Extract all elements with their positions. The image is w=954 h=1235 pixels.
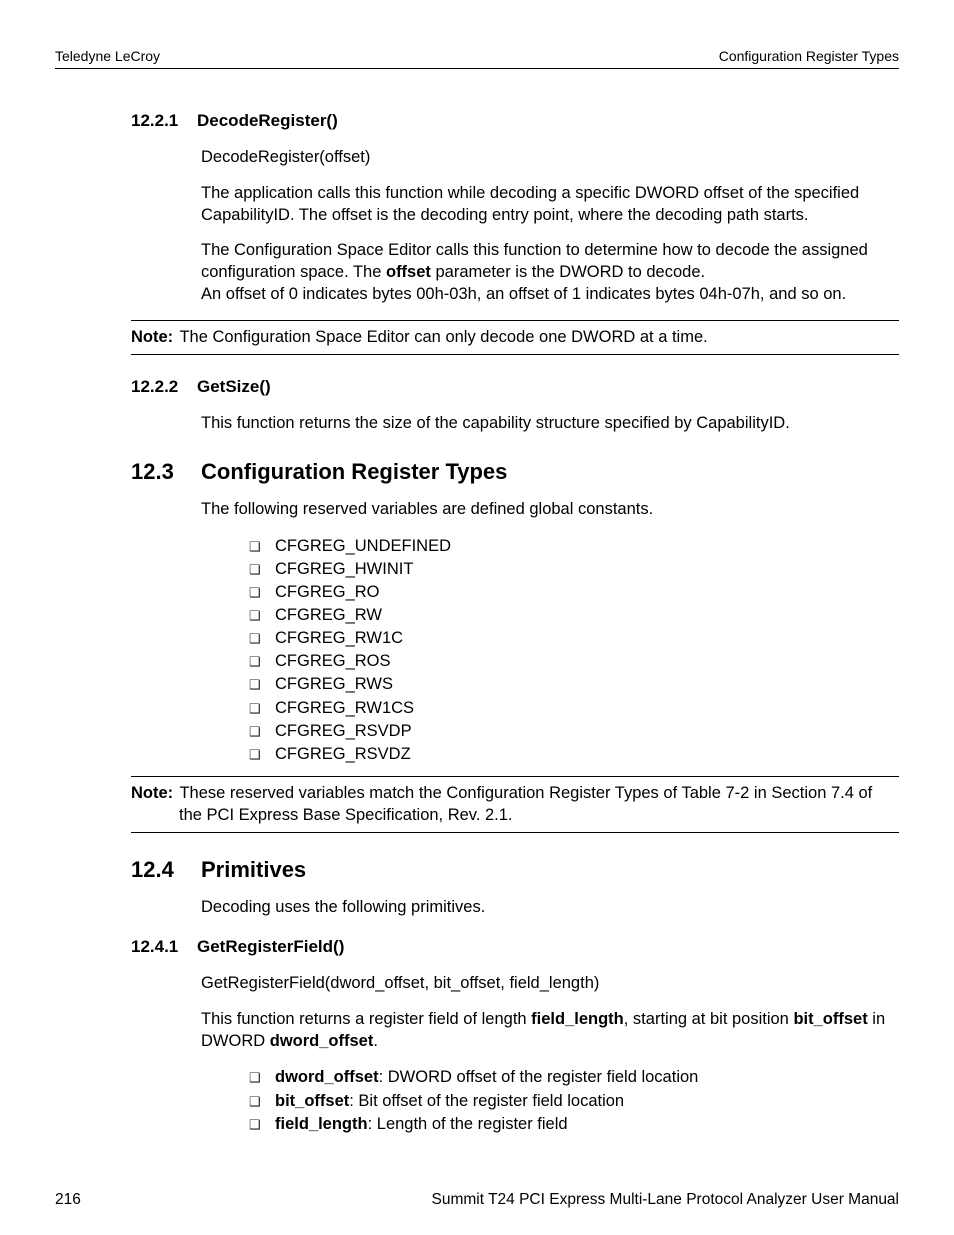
list-item: CFGREG_RSVDZ [249,743,899,766]
list-item: CFGREG_ROS [249,650,899,673]
code-signature: GetRegisterField(dword_offset, bit_offse… [201,973,899,995]
constant-list: CFGREG_UNDEFINED CFGREG_HWINIT CFGREG_RO… [201,535,899,766]
list-item: CFGREG_RO [249,581,899,604]
note-text: These reserved variables match the Confi… [175,784,872,802]
content-body: 12.2.1DecodeRegister() DecodeRegister(of… [55,111,899,1136]
note-block-2: Note: These reserved variables match the… [131,776,899,834]
page: Teledyne LeCroy Configuration Register T… [0,0,954,1235]
list-item: CFGREG_RWS [249,673,899,696]
page-footer: 216 Summit T24 PCI Express Multi-Lane Pr… [55,1191,899,1209]
paragraph: This function returns the size of the ca… [201,413,899,435]
paragraph: The following reserved variables are def… [201,499,899,521]
heading-12-2-2: 12.2.2GetSize() [131,377,899,397]
section-12-3-body: The following reserved variables are def… [131,499,899,766]
text: . [373,1032,378,1050]
page-number: 216 [55,1191,81,1209]
text: This function returns a register field o… [201,1010,531,1028]
param-desc: : Bit offset of the register field locat… [349,1092,624,1110]
section-12-2-1-body: DecodeRegister(offset) The application c… [131,147,899,306]
section-12-2-2-body: This function returns the size of the ca… [131,413,899,435]
heading-12-4: 12.4Primitives [131,857,899,883]
list-item: CFGREG_UNDEFINED [249,535,899,558]
note-label: Note: [131,328,173,346]
text: , starting at bit position [624,1010,794,1028]
list-item: CFGREG_RW1C [249,627,899,650]
list-item: bit_offset: Bit offset of the register f… [249,1090,899,1113]
term-field-length: field_length [531,1010,624,1028]
heading-number: 12.2.1 [131,111,197,131]
section-12-4-1-body: GetRegisterField(dword_offset, bit_offse… [131,973,899,1136]
paragraph: The Configuration Space Editor calls thi… [201,240,899,284]
heading-number: 12.3 [131,459,201,485]
code-signature: DecodeRegister(offset) [201,147,899,169]
heading-number: 12.4 [131,857,201,883]
list-item: CFGREG_RW1CS [249,697,899,720]
heading-title: DecodeRegister() [197,111,338,130]
list-item: dword_offset: DWORD offset of the regist… [249,1066,899,1089]
term-offset: offset [386,263,431,281]
heading-title: Primitives [201,857,306,882]
footer-title: Summit T24 PCI Express Multi-Lane Protoc… [432,1191,899,1209]
note-text: The Configuration Space Editor can only … [175,328,708,346]
section-12-4-body: Decoding uses the following primitives. [131,897,899,919]
heading-12-3: 12.3Configuration Register Types [131,459,899,485]
paragraph: An offset of 0 indicates bytes 00h-03h, … [201,284,899,306]
paragraph: This function returns a register field o… [201,1009,899,1053]
note-block-1: Note: The Configuration Space Editor can… [131,320,899,356]
term-dword-offset: dword_offset [270,1032,374,1050]
heading-12-4-1: 12.4.1GetRegisterField() [131,937,899,957]
list-item: CFGREG_HWINIT [249,558,899,581]
heading-12-2-1: 12.2.1DecodeRegister() [131,111,899,131]
paragraph: Decoding uses the following primitives. [201,897,899,919]
parameter-list: dword_offset: DWORD offset of the regist… [201,1066,899,1135]
list-item: CFGREG_RSVDP [249,720,899,743]
param-name: bit_offset [275,1092,349,1110]
param-name: field_length [275,1115,368,1133]
term-bit-offset: bit_offset [793,1010,867,1028]
header-left: Teledyne LeCroy [55,48,160,64]
note-label: Note: [131,784,173,802]
header-right: Configuration Register Types [719,48,899,64]
list-item: CFGREG_RW [249,604,899,627]
heading-number: 12.4.1 [131,937,197,957]
note-text-cont: the PCI Express Base Specification, Rev.… [131,805,899,827]
running-header: Teledyne LeCroy Configuration Register T… [55,48,899,69]
heading-title: GetSize() [197,377,271,396]
list-item: field_length: Length of the register fie… [249,1113,899,1136]
heading-title: Configuration Register Types [201,459,507,484]
heading-number: 12.2.2 [131,377,197,397]
param-desc: : Length of the register field [368,1115,568,1133]
param-name: dword_offset [275,1068,379,1086]
param-desc: : DWORD offset of the register field loc… [379,1068,699,1086]
text: parameter is the DWORD to decode. [431,263,705,281]
paragraph: The application calls this function whil… [201,183,899,227]
heading-title: GetRegisterField() [197,937,344,956]
